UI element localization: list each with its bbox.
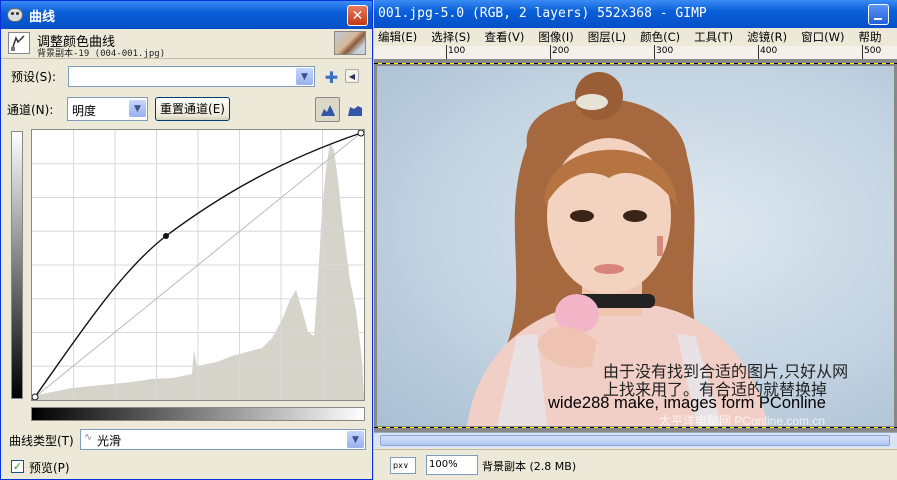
- curve-point-end[interactable]: [357, 129, 365, 137]
- output-gradient-bar: [11, 131, 23, 399]
- preset-menu-icon[interactable]: ◀: [345, 69, 359, 83]
- dialog-title: 曲线: [29, 9, 56, 25]
- preset-label: 预设(S):: [11, 70, 57, 84]
- ruler-label: 100: [448, 46, 466, 56]
- caption-line-3: wide288 make, images form PConline: [548, 394, 826, 412]
- ruler-tick: [550, 45, 551, 59]
- ruler-tick: [446, 45, 447, 59]
- status-text: 背景副本 (2.8 MB): [482, 460, 577, 473]
- image-thumbnail: [334, 31, 366, 55]
- menu-tools[interactable]: 工具(T): [694, 28, 733, 46]
- curve-graph[interactable]: [31, 129, 365, 401]
- chevron-down-icon[interactable]: ▼: [296, 68, 313, 85]
- watermark: 太平洋电脑网 PConline.com.cn: [659, 414, 826, 426]
- close-icon: ✕: [351, 7, 364, 24]
- ruler-tick: [758, 45, 759, 59]
- add-preset-icon[interactable]: ✚: [321, 67, 342, 88]
- menubar: 编辑(E) 选择(S) 查看(V) 图像(I) 图层(L) 颜色(C) 工具(T…: [374, 28, 897, 46]
- ruler-label: 300: [656, 46, 674, 56]
- unit-value: px: [393, 461, 403, 470]
- ruler-label: 200: [552, 46, 570, 56]
- gimp-image-window: 001.jpg-5.0 (RGB, 2 layers) 552x368 - GI…: [374, 0, 897, 480]
- ruler-tick: [862, 45, 863, 59]
- ruler-label: 500: [864, 46, 882, 56]
- menu-colors[interactable]: 颜色(C): [640, 28, 680, 46]
- gimp-icon: [7, 8, 23, 22]
- reset-channel-button[interactable]: 重置通道(E): [155, 97, 230, 121]
- zoom-combo[interactable]: 100%: [426, 455, 478, 475]
- curve-area: [9, 129, 365, 425]
- preview-row: ✓ 预览(P): [1, 457, 374, 477]
- curves-dialog: 曲线 ✕ 调整颜色曲线 背景副本-19 (004-001.jpg) 预设(S):…: [0, 0, 373, 480]
- chevron-down-icon[interactable]: ▼: [129, 100, 146, 117]
- menu-select[interactable]: 选择(S): [431, 28, 470, 46]
- layer-boundary-top: [374, 63, 897, 64]
- header-subtitle: 背景副本-19 (004-001.jpg): [37, 49, 166, 59]
- dialog-titlebar[interactable]: 曲线 ✕: [1, 1, 372, 29]
- zoom-value: 100%: [429, 459, 458, 470]
- close-button[interactable]: ✕: [347, 5, 368, 26]
- photo[interactable]: 由于没有找到合适的图片,只好从网 上找来用了。有合适的就替换掉 wide288 …: [377, 66, 894, 426]
- menu-layer[interactable]: 图层(L): [588, 28, 626, 46]
- image-window-title[interactable]: 001.jpg-5.0 (RGB, 2 layers) 552x368 - GI…: [374, 0, 897, 28]
- menu-windows[interactable]: 窗口(W): [801, 28, 844, 46]
- preview-label: 预览(P): [29, 461, 70, 475]
- menu-image[interactable]: 图像(I): [538, 28, 573, 46]
- menu-help[interactable]: 帮助: [858, 28, 881, 46]
- curve-point-middle[interactable]: [163, 233, 169, 239]
- statusbar: px∨ 100% 背景副本 (2.8 MB): [374, 449, 897, 480]
- menu-view[interactable]: 查看(V): [485, 28, 525, 46]
- preset-combo[interactable]: ▼: [68, 66, 315, 87]
- dialog-header: 调整颜色曲线 背景副本-19 (004-001.jpg): [1, 29, 372, 59]
- curve-canvas[interactable]: [31, 129, 365, 401]
- preview-checkbox[interactable]: ✓: [11, 460, 24, 473]
- curve-point-start[interactable]: [31, 393, 39, 401]
- menu-filters[interactable]: 滤镜(R): [747, 28, 787, 46]
- ruler-label: 400: [760, 46, 778, 56]
- log-histogram-icon[interactable]: [344, 99, 365, 120]
- horizontal-ruler[interactable]: 100 200 300 400 500: [374, 45, 897, 60]
- smooth-curve-icon: ∿: [84, 432, 93, 443]
- horizontal-scrollbar[interactable]: [374, 432, 897, 448]
- curve-type-value: 光滑: [97, 434, 122, 448]
- image-canvas[interactable]: 由于没有找到合适的图片,只好从网 上找来用了。有合适的就替换掉 wide288 …: [374, 60, 897, 432]
- preset-row: 预设(S): ▼ ✚ ◀: [1, 63, 374, 89]
- scrollbar-thumb[interactable]: [380, 435, 890, 446]
- channel-combo[interactable]: 明度 ▼: [67, 97, 148, 121]
- unit-combo[interactable]: px∨: [390, 457, 416, 474]
- chevron-down-icon[interactable]: ▼: [347, 431, 364, 448]
- channel-label: 通道(N):: [7, 103, 54, 117]
- linear-histogram-icon[interactable]: [315, 97, 340, 122]
- minimize-button[interactable]: [868, 4, 889, 25]
- input-gradient-bar: [31, 407, 365, 421]
- layer-boundary-bottom: [374, 427, 897, 428]
- curve-type-combo[interactable]: ∿ 光滑 ▼: [80, 429, 366, 450]
- curve-type-label: 曲线类型(T): [9, 434, 74, 448]
- curve-type-row: 曲线类型(T) ∿ 光滑 ▼: [1, 429, 374, 451]
- curves-tool-icon: [8, 32, 30, 54]
- channel-row: 通道(N): 明度 ▼ 重置通道(E): [1, 95, 374, 123]
- menu-edit[interactable]: 编辑(E): [378, 28, 417, 46]
- channel-value: 明度: [72, 104, 97, 118]
- ruler-tick: [654, 45, 655, 59]
